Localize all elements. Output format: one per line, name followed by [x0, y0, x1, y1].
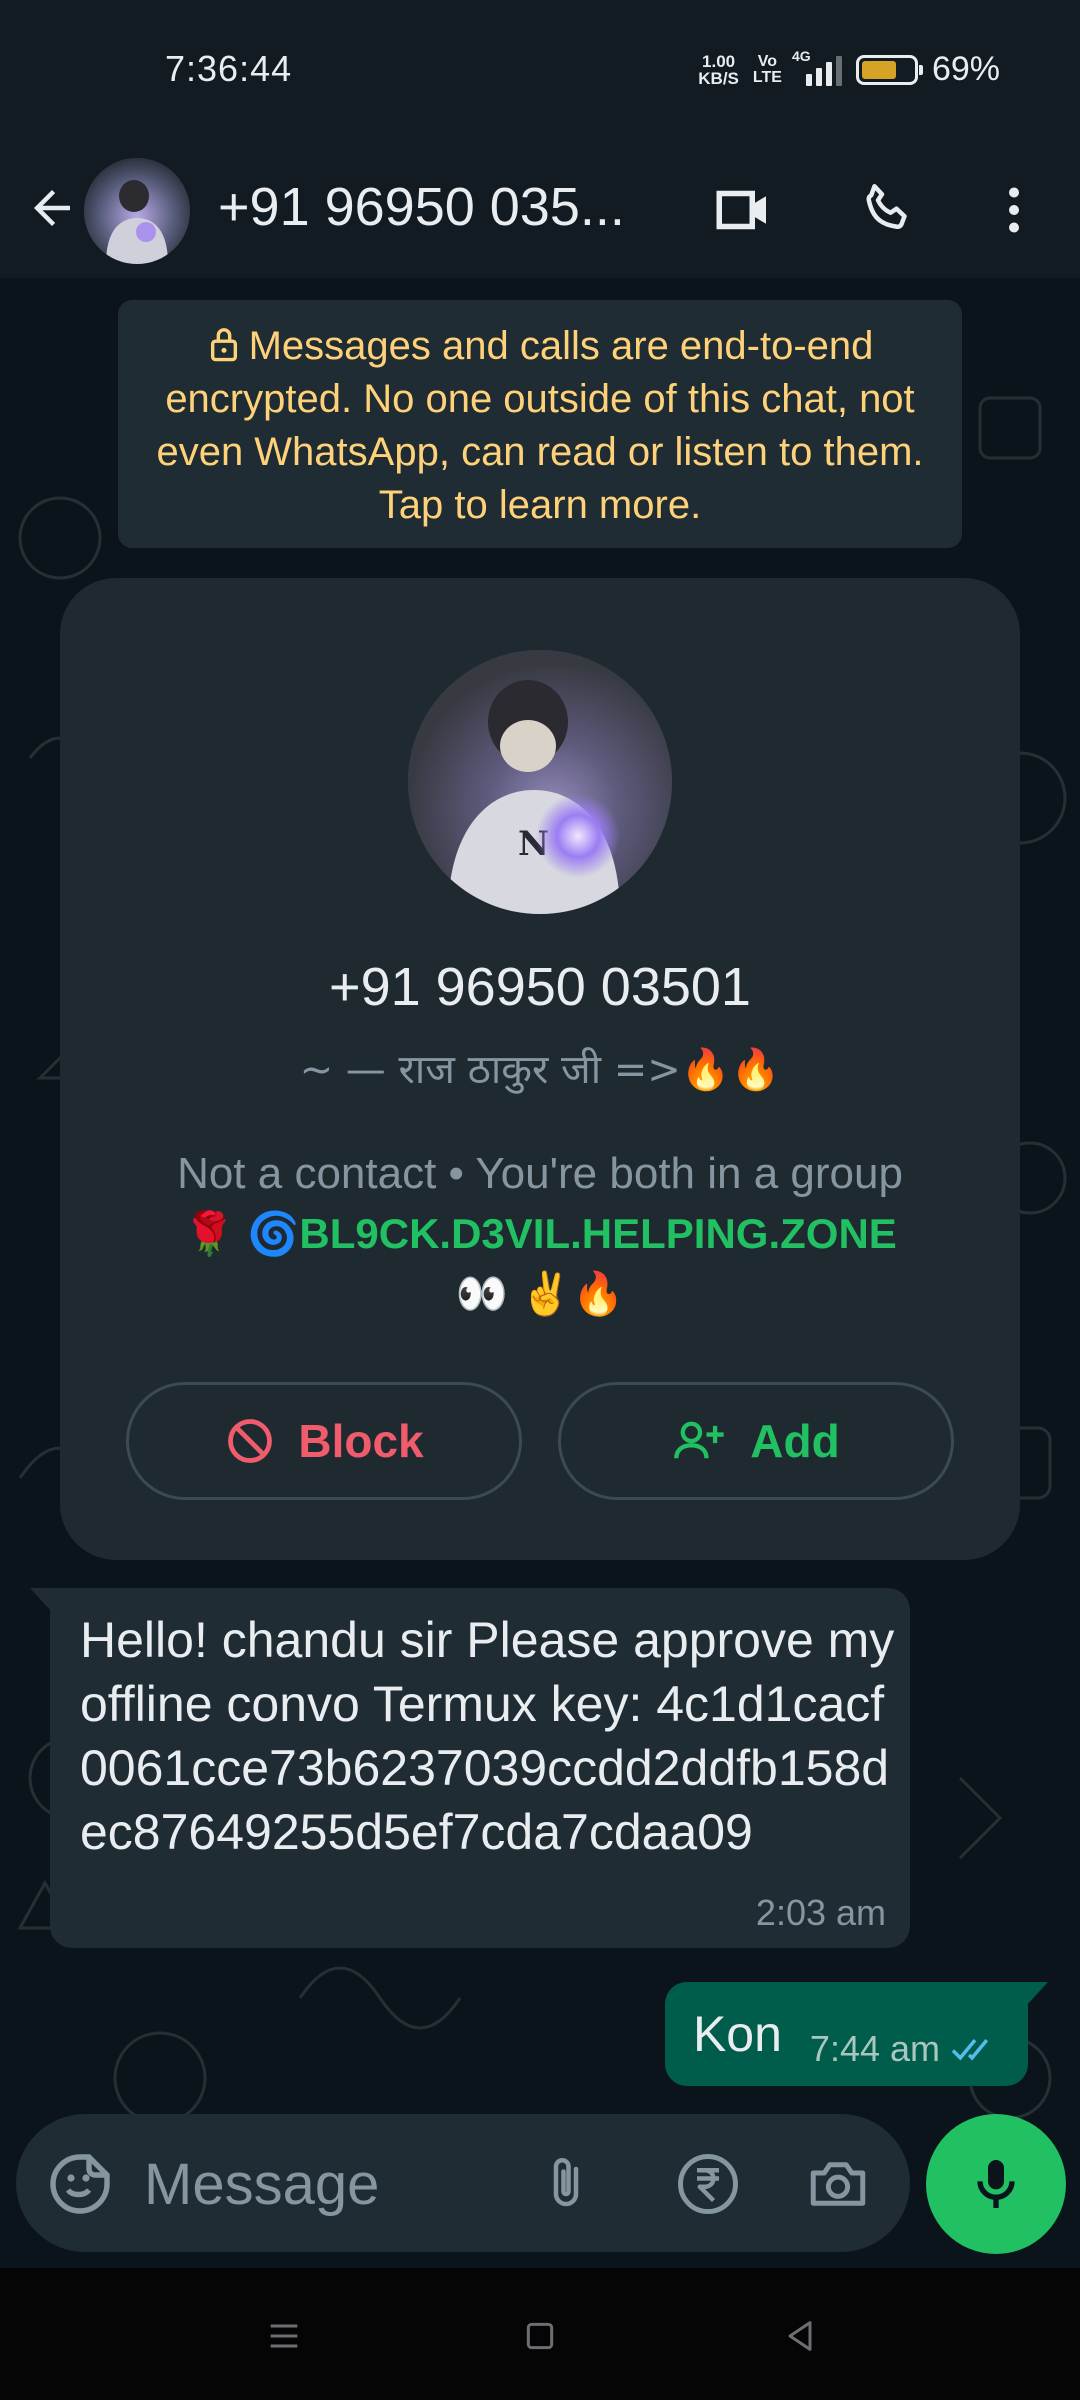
contact-info-card: N +91 96950 03501 ~ — राज ठाकुर जी =>🔥🔥 … [60, 578, 1020, 1560]
lock-icon [210, 328, 237, 362]
nav-menu-button[interactable] [254, 2306, 314, 2366]
battery-fill [861, 60, 897, 79]
add-label: Add [750, 1415, 840, 1467]
status-indicators: 1.00 KB/S Vo LTE 4G 69% [698, 48, 1000, 89]
paperclip-icon [553, 2158, 579, 2207]
nav-back-button[interactable] [770, 2306, 830, 2366]
network-speed: 1.00 KB/S [698, 53, 739, 87]
message-input[interactable] [144, 2144, 524, 2224]
volte-bottom: LTE [752, 68, 782, 86]
message-meta: 7:44 am [810, 2028, 1000, 2070]
voice-message-button[interactable] [926, 2114, 1066, 2254]
status-time: 7:36:44 [165, 48, 293, 89]
emoji-button[interactable] [44, 2148, 116, 2220]
square-icon [526, 2322, 554, 2350]
status-bar: 7:36:44 1.00 KB/S Vo LTE 4G 69% [0, 0, 1080, 138]
video-camera-icon [716, 190, 766, 230]
more-vert-icon [1009, 187, 1019, 233]
chat-area[interactable]: Messages and calls are end-to-end encryp… [0, 278, 1080, 2268]
network-speed-value: 1.00 [702, 51, 736, 71]
block-button[interactable]: Block [126, 1382, 522, 1500]
contact-card-avatar[interactable]: N [408, 650, 672, 914]
battery-icon [855, 54, 923, 85]
double-check-icon [951, 2039, 989, 2061]
message-text: Kon [692, 2006, 782, 2062]
network-speed-unit: KB/S [698, 68, 739, 88]
message-text: Hello! chandu sir Please approve my offl… [80, 1612, 895, 1860]
more-options-button[interactable] [978, 174, 1050, 246]
nav-home-button[interactable] [510, 2306, 570, 2366]
contact-avatar[interactable] [84, 158, 190, 264]
arrow-left-icon [34, 190, 70, 226]
back-button[interactable] [22, 168, 82, 248]
group-prefix: 🌹 🌀 [183, 1210, 300, 1257]
video-call-button[interactable] [708, 174, 780, 246]
attach-button[interactable] [530, 2148, 602, 2220]
add-contact-button[interactable]: Add [558, 1382, 954, 1500]
sticker-emoji-icon [50, 2154, 110, 2214]
signal-icon: 4G [792, 48, 842, 86]
rupee-icon [678, 2154, 738, 2214]
volte-indicator: Vo LTE [752, 52, 782, 86]
encryption-notice[interactable]: Messages and calls are end-to-end encryp… [118, 300, 962, 548]
contact-status-info: Not a contact • You're both in a group [177, 1149, 903, 1198]
contact-title[interactable]: +91 96950 035... [218, 162, 658, 252]
menu-icon [270, 2324, 298, 2348]
message-time: 7:44 am [809, 2028, 940, 2069]
triangle-back-icon [788, 2321, 812, 2351]
voice-call-button[interactable] [852, 174, 924, 246]
block-icon [228, 1419, 273, 1463]
encryption-text: Messages and calls are end-to-end encryp… [156, 324, 924, 527]
contact-card-number: +91 96950 03501 [329, 957, 751, 1017]
block-label: Block [298, 1415, 424, 1467]
avatar-image: N [408, 650, 672, 914]
phone-icon [866, 184, 907, 230]
group-suffix: 👀 ✌️🔥 [455, 1270, 625, 1317]
contact-card-about: ~ — राज ठाकुर जी =>🔥🔥 [299, 1047, 781, 1093]
incoming-message[interactable]: Hello! chandu sir Please approve my offl… [30, 1588, 910, 1948]
network-type: 4G [791, 47, 811, 64]
system-navigation-bar [0, 2268, 1080, 2400]
message-time: 2:03 am [755, 1892, 886, 1933]
camera-button[interactable] [802, 2148, 874, 2220]
camera-icon [810, 2162, 866, 2206]
battery-percent: 69% [931, 50, 1000, 88]
common-group-name[interactable]: 🌹 🌀BL9CK.D3VIL.HELPING.ZONE 👀 ✌️🔥 [100, 1204, 980, 1324]
microphone-icon [977, 2160, 1015, 2208]
volte-top: Vo [757, 52, 778, 70]
outgoing-message[interactable]: Kon 7:44 am [664, 1982, 1049, 2086]
group-name: BL9CK.D3VIL.HELPING.ZONE [299, 1210, 897, 1257]
payment-button[interactable] [672, 2148, 744, 2220]
message-composer [16, 2114, 910, 2252]
avatar-image [84, 158, 190, 264]
chat-header: +91 96950 035... [0, 138, 1080, 278]
add-person-icon [674, 1421, 724, 1459]
